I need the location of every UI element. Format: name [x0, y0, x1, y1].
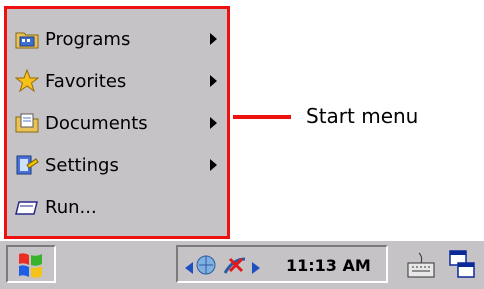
disconnected-icon[interactable]	[222, 253, 250, 281]
settings-icon	[15, 153, 39, 177]
start-menu: Programs Favorites Documents Settings Ru…	[4, 6, 230, 239]
menu-item-favorites[interactable]: Favorites	[14, 64, 223, 98]
submenu-arrow-icon	[210, 159, 217, 171]
menu-item-label: Favorites	[45, 70, 127, 92]
menu-item-label: Settings	[45, 154, 119, 176]
menu-item-documents[interactable]: Documents	[15, 106, 223, 140]
star-icon	[14, 68, 40, 93]
programs-folder-icon	[15, 27, 39, 51]
window-switcher-button[interactable]	[446, 247, 480, 283]
submenu-arrow-icon	[210, 75, 217, 87]
submenu-arrow-icon	[210, 33, 217, 45]
menu-item-programs[interactable]: Programs	[15, 22, 223, 56]
tray-left-arrow-icon[interactable]	[185, 259, 193, 278]
menu-item-label: Documents	[45, 112, 148, 134]
keyboard-icon	[406, 251, 436, 283]
menu-item-run[interactable]: Run...	[15, 190, 223, 224]
documents-folder-icon	[15, 111, 39, 135]
window-switcher-icon	[448, 249, 478, 285]
start-button[interactable]	[6, 245, 56, 283]
callout-line	[233, 115, 291, 119]
menu-item-settings[interactable]: Settings	[15, 148, 223, 182]
clock[interactable]: 11:13 AM	[286, 256, 371, 275]
network-icon[interactable]	[194, 253, 220, 281]
taskbar: 11:13 AM	[0, 241, 484, 289]
windows-flag-icon	[16, 251, 46, 283]
keyboard-button[interactable]	[402, 247, 440, 283]
system-tray: 11:13 AM	[176, 245, 388, 283]
menu-item-label: Programs	[45, 28, 131, 50]
submenu-arrow-icon	[210, 117, 217, 129]
menu-item-label: Run...	[45, 196, 97, 218]
callout-label: Start menu	[306, 104, 419, 128]
run-icon	[15, 195, 39, 219]
tray-right-arrow-icon[interactable]	[252, 259, 260, 278]
